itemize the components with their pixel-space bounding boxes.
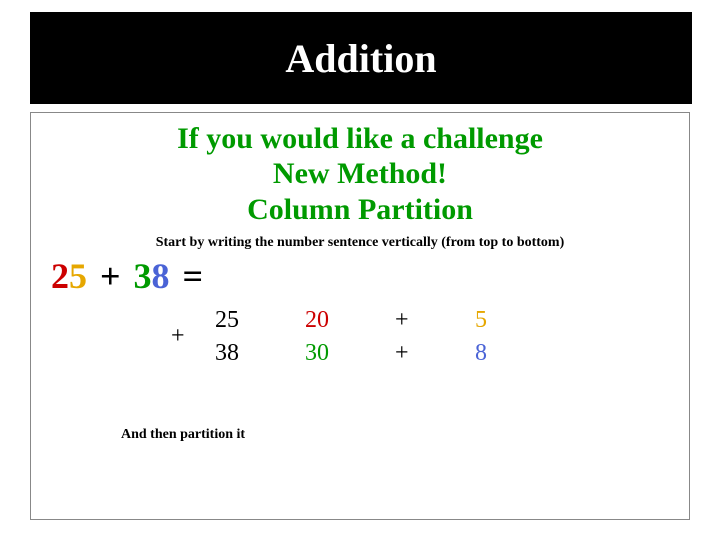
digit-8: 8 [152, 256, 170, 296]
vertical-plus: + [171, 307, 211, 350]
vertical-work: + 25 20 + 5 38 30 + 8 [171, 307, 669, 367]
row2-tens: 30 [301, 340, 391, 367]
row1-ones: 5 [471, 307, 521, 334]
challenge-heading: If you would like a challenge New Method… [51, 121, 669, 227]
title-bar: Addition [30, 12, 692, 104]
row1-plus: + [391, 307, 471, 334]
equals-sign: = [183, 256, 204, 296]
slide-title: Addition [285, 35, 436, 82]
digit-2: 2 [51, 256, 69, 296]
plus-sign: + [100, 256, 121, 296]
row1-num: 25 [211, 307, 301, 334]
row2-plus: + [391, 340, 471, 367]
slide: Addition If you would like a challenge N… [0, 0, 720, 540]
partition-instruction: And then partition it [121, 427, 669, 443]
partition-grid: 25 20 + 5 38 30 + 8 [211, 307, 521, 367]
row1-tens: 20 [301, 307, 391, 334]
challenge-line-2: New Method! [273, 157, 447, 190]
row2-num: 38 [211, 340, 301, 367]
row2-ones: 8 [471, 340, 521, 367]
challenge-line-1: If you would like a challenge [177, 122, 543, 155]
digit-5: 5 [69, 256, 87, 296]
number-sentence: 25 + 38 = [51, 255, 669, 297]
digit-3: 3 [134, 256, 152, 296]
start-instruction: Start by writing the number sentence ver… [51, 235, 669, 251]
content-box: If you would like a challenge New Method… [30, 112, 690, 520]
challenge-line-3: Column Partition [247, 193, 473, 226]
